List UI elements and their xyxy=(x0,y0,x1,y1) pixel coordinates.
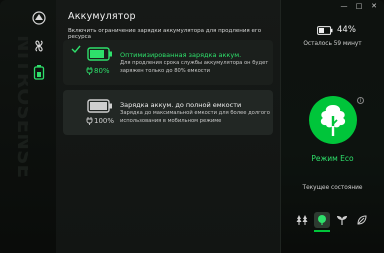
percent-label: 100% xyxy=(86,117,114,125)
plug-icon xyxy=(86,117,93,125)
sprout-icon xyxy=(337,216,347,225)
percent-value: 80% xyxy=(94,67,110,75)
mode-balanced-button[interactable] xyxy=(334,212,350,228)
sidebar-nav: NITROSENSE xyxy=(0,0,56,253)
maximize-button[interactable]: □ xyxy=(354,2,364,10)
battery-status: 44% xyxy=(317,25,356,35)
optimized-charging-card[interactable]: 80% Оптимизированная зарядка аккум. Для … xyxy=(63,40,273,85)
battery-80-icon xyxy=(87,47,112,61)
card-description: Для продления срока службы аккумулятора … xyxy=(120,60,269,74)
current-mode-label: Режим Eco xyxy=(311,154,354,163)
card-title: Оптимизированная зарядка аккум. xyxy=(120,51,242,59)
nav-fan-button[interactable] xyxy=(31,38,47,54)
mode-quiet-button[interactable] xyxy=(294,212,310,228)
eco-mode-indicator xyxy=(309,96,357,144)
active-mode-underline xyxy=(314,230,330,232)
close-button[interactable]: ✕ xyxy=(369,2,379,10)
watermark-text: NITROSENSE xyxy=(13,35,28,178)
minimize-button[interactable]: — xyxy=(339,2,349,10)
check-icon xyxy=(71,45,81,54)
battery-panel: Аккумулятор Включить ограничение зарядки… xyxy=(56,0,281,253)
card-title: Зарядка аккум. до полной емкости xyxy=(120,101,242,109)
page-title: Аккумулятор xyxy=(68,11,136,22)
nitrosense-watermark: NITROSENSE xyxy=(13,35,28,178)
page-subtitle: Включить ограничение зарядки аккумулятор… xyxy=(68,28,262,40)
card-description: Зарядка до максимальной емкости для боле… xyxy=(120,110,270,124)
mode-eco-button[interactable] xyxy=(314,212,330,232)
mode-performance-button[interactable] xyxy=(354,212,370,228)
battery-nav-icon xyxy=(33,65,45,80)
full-charging-card[interactable]: 100% Зарядка аккум. до полной емкости За… xyxy=(63,90,273,135)
plug-icon xyxy=(86,67,93,75)
status-panel: — □ ✕ 44% Осталось 59 минут i Режим Eco … xyxy=(281,0,384,253)
logo-icon xyxy=(32,11,46,25)
leaf-icon xyxy=(357,215,367,225)
tree-small-icon xyxy=(318,215,326,225)
battery-status-icon xyxy=(317,25,333,35)
battery-percent: 44% xyxy=(337,25,356,35)
nav-logo-button[interactable] xyxy=(31,10,47,26)
nav-battery-button[interactable] xyxy=(31,64,47,80)
tree-icon xyxy=(320,105,346,136)
info-icon[interactable]: i xyxy=(357,97,364,104)
battery-100-icon xyxy=(87,99,112,113)
percent-label: 80% xyxy=(86,67,110,75)
fan-icon xyxy=(35,40,43,52)
trees-icon xyxy=(296,215,308,225)
current-state-caption: Текущее состояние xyxy=(302,185,363,191)
time-remaining: Осталось 59 минут xyxy=(303,41,362,47)
mode-selector xyxy=(294,212,374,232)
percent-value: 100% xyxy=(94,117,115,125)
app-window: NITROSENSE Аккумулятор Включить ограниче… xyxy=(0,0,384,253)
